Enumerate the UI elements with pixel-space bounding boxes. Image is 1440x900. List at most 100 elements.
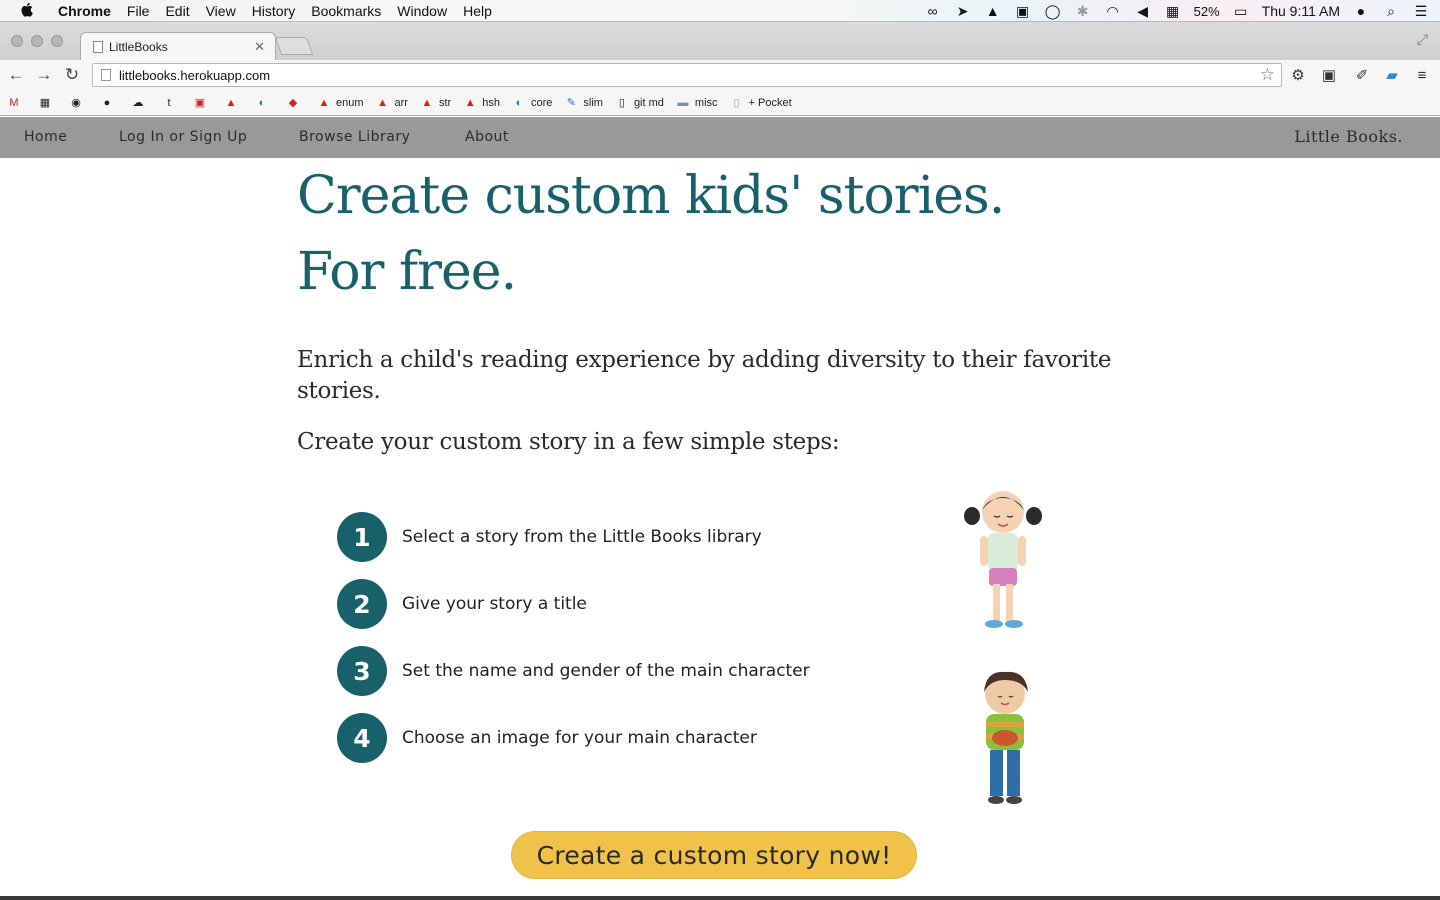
hero-title-line2: For free. <box>297 242 517 302</box>
site-navbar: Home Log In or Sign Up Browse Library Ab… <box>0 117 1440 158</box>
step-number: 1 <box>337 512 387 562</box>
apple-icon[interactable] <box>18 2 38 20</box>
bookmark-hsh[interactable]: ▲ hsh <box>462 90 500 116</box>
create-story-button[interactable]: Create a custom story now! <box>511 831 917 879</box>
ruby-icon: ▲ <box>377 96 388 109</box>
gear-icon[interactable]: ⚙ <box>1287 64 1309 86</box>
steps-heading: Create your custom story in a few simple… <box>297 429 840 455</box>
bookmark-bird[interactable]: ◆ <box>285 90 305 116</box>
volume-icon[interactable]: ◀ <box>1134 3 1152 19</box>
menu-help[interactable]: Help <box>455 0 500 22</box>
bookmark-slim[interactable]: ✎ slim <box>563 90 603 116</box>
bookmark-jquery[interactable]: ◐ <box>254 90 274 116</box>
battery-percent[interactable]: 52% <box>1194 4 1220 19</box>
boy-illustration <box>970 668 1040 818</box>
ruby-icon: ▲ <box>421 96 433 109</box>
forward-arrow-icon[interactable]: → <box>32 63 56 87</box>
minimize-window-button[interactable] <box>31 35 43 47</box>
back-arrow-icon[interactable]: ← <box>4 63 28 87</box>
nav-login-signup[interactable]: Log In or Sign Up <box>119 129 247 145</box>
menu-window[interactable]: Window <box>389 0 455 22</box>
spotlight-icon[interactable]: ⌕ <box>1382 3 1400 19</box>
new-tab-button[interactable] <box>274 37 314 55</box>
browser-tab[interactable]: LittleBooks ✕ <box>80 32 276 61</box>
browser-tabstrip: LittleBooks ✕ ⤢ <box>0 22 1440 61</box>
nav-home[interactable]: Home <box>24 129 67 145</box>
bookmark-star-icon[interactable]: ☆ <box>1260 65 1275 85</box>
intro-text: Enrich a child's reading experience by a… <box>297 347 1112 404</box>
user-icon[interactable]: ● <box>1352 3 1370 19</box>
url-text[interactable]: littlebooks.herokuapp.com <box>119 68 270 83</box>
tumblr-icon: t <box>167 96 171 109</box>
notification-center-icon[interactable]: ☰ <box>1412 3 1430 19</box>
ruby-icon: ▲ <box>225 96 237 109</box>
bookmark-red-square[interactable]: ▣ <box>192 90 212 116</box>
browser-toolbar: ← → ↻ littlebooks.herokuapp.com ☆ ⚙ ▣ ✐ … <box>0 60 1440 90</box>
folder-icon: ▬ <box>677 96 689 109</box>
menu-file[interactable]: File <box>119 0 158 22</box>
bookmark-arr[interactable]: ▲ arr <box>375 90 408 116</box>
page-icon <box>93 41 103 53</box>
tab-title: LittleBooks <box>109 40 168 54</box>
window-bottom-edge <box>0 896 1440 900</box>
gmail-icon: M <box>9 96 19 109</box>
glasses-icon[interactable]: ∞ <box>924 3 942 19</box>
bookmark-tumblr[interactable]: t <box>161 90 181 116</box>
display-icon[interactable]: ▣ <box>1014 3 1032 19</box>
bookmark-tool[interactable]: ▦ <box>37 90 57 116</box>
address-bar[interactable]: littlebooks.herokuapp.com ☆ <box>92 63 1282 87</box>
bookmark-gmail[interactable]: M <box>6 90 26 116</box>
tab-close-icon[interactable]: ✕ <box>254 39 265 55</box>
chat-icon[interactable]: ◯ <box>1044 3 1062 19</box>
site-brand[interactable]: Little Books. <box>1294 127 1403 146</box>
clock[interactable]: Thu 9:11 AM <box>1262 3 1340 19</box>
bookmark-git-md[interactable]: ▯ git md <box>614 90 664 116</box>
zoom-window-button[interactable] <box>51 35 63 47</box>
bookmark-circle[interactable]: ◉ <box>68 90 88 116</box>
nav-browse-library[interactable]: Browse Library <box>299 129 410 145</box>
main-content: Create custom kids' stories. For free. E… <box>0 158 1440 900</box>
bookmark-ruby[interactable]: ▲ <box>223 90 243 116</box>
menu-app-name[interactable]: Chrome <box>52 0 119 22</box>
cursor-icon[interactable]: ➤ <box>954 3 972 19</box>
bookmark-pocket[interactable]: ▯ + Pocket <box>729 90 791 116</box>
bookmark-github[interactable]: ● <box>99 90 119 116</box>
calendar-icon[interactable]: ▦ <box>1164 3 1182 19</box>
bookmarks-bar: M ▦ ◉ ● ☁ t ▣ ▲ ◐ ◆ ▲ enum ▲ arr ▲ str ▲ hsh… <box>0 90 1440 116</box>
menu-history[interactable]: History <box>244 0 304 22</box>
fullscreen-icon[interactable]: ⤢ <box>1417 31 1428 48</box>
ruby-icon: ▲ <box>318 96 330 109</box>
step-text: Set the name and gender of the main char… <box>402 661 810 681</box>
close-window-button[interactable] <box>11 35 23 47</box>
step-1: 1 Select a story from the Little Books l… <box>337 512 762 562</box>
battery-icon[interactable]: ▭ <box>1232 3 1250 19</box>
bird-icon: ◆ <box>288 97 298 109</box>
cloud-icon: ☁ <box>132 97 144 109</box>
step-text: Give your story a title <box>402 594 587 614</box>
hero-title-line1: Create custom kids' stories. <box>297 166 1005 226</box>
nav-about[interactable]: About <box>465 129 509 145</box>
bluetooth-icon[interactable]: ✱ <box>1074 3 1092 19</box>
circle-icon: ◉ <box>71 97 81 109</box>
hat-icon[interactable]: ▲ <box>984 3 1002 19</box>
menu-edit[interactable]: Edit <box>157 0 197 22</box>
document-icon: ▯ <box>733 97 740 109</box>
bookmark-enum[interactable]: ▲ enum <box>316 90 364 116</box>
bookmark-str[interactable]: ▲ str <box>419 90 452 116</box>
eyedropper-extension-icon[interactable]: ✐ <box>1351 64 1373 86</box>
blue-extension-icon[interactable]: ▰ <box>1381 64 1403 86</box>
bookmark-cloud[interactable]: ☁ <box>130 90 150 116</box>
os-menubar: Chrome File Edit View History Bookmarks … <box>0 0 1440 22</box>
menu-view[interactable]: View <box>198 0 244 22</box>
red-square-icon: ▣ <box>194 97 206 109</box>
menu-icon[interactable]: ≡ <box>1411 64 1433 86</box>
github-icon: ● <box>103 96 111 109</box>
menu-bookmarks[interactable]: Bookmarks <box>303 0 389 22</box>
step-4: 4 Choose an image for your main characte… <box>337 713 757 763</box>
reader-extension-icon[interactable]: ▣ <box>1318 64 1340 86</box>
wifi-icon[interactable]: ◠ <box>1104 3 1122 19</box>
reload-icon[interactable]: ↻ <box>60 63 84 87</box>
pen-icon: ✎ <box>566 97 576 109</box>
bookmark-core[interactable]: ◐ core <box>511 90 553 116</box>
bookmark-misc[interactable]: ▬ misc <box>675 90 717 116</box>
